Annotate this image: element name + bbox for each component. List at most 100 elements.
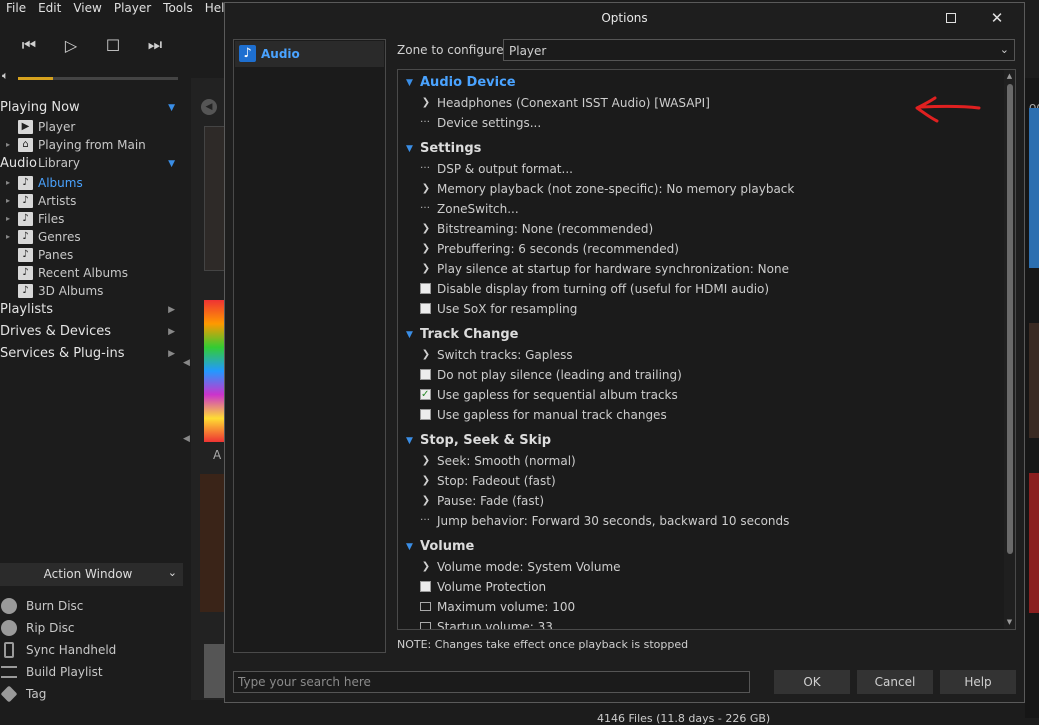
tree-item-3d-albums[interactable]: ♪ 3D Albums: [0, 282, 182, 300]
setting-maximum-volume[interactable]: Maximum volume: 100: [398, 597, 1003, 617]
scroll-down-icon[interactable]: ▼: [1004, 618, 1015, 626]
checkbox[interactable]: [420, 369, 431, 380]
setting-memory-playback[interactable]: ❯ Memory playback (not zone-specific): No…: [398, 179, 1003, 199]
scroll-up-icon[interactable]: ▲: [1004, 72, 1015, 80]
expand-icon[interactable]: ▸: [6, 210, 10, 228]
expand-icon[interactable]: ▸: [6, 136, 10, 154]
album-thumbnail[interactable]: [204, 644, 225, 698]
collapse-triangle-icon[interactable]: ▼: [406, 537, 413, 557]
tree-playing-now[interactable]: Playing Now ▼: [0, 98, 182, 118]
section-volume[interactable]: ▼ Volume: [398, 537, 1003, 557]
caret-right-icon[interactable]: ▶: [168, 322, 175, 342]
tree-audio[interactable]: Audio ▼: [0, 154, 182, 174]
caret-down-icon[interactable]: ▼: [168, 154, 175, 174]
setting-prebuffering[interactable]: ❯ Prebuffering: 6 seconds (recommended): [398, 239, 1003, 259]
setting-zoneswitch[interactable]: … ZoneSwitch...: [398, 199, 1003, 219]
action-sync-handheld[interactable]: Sync Handheld: [0, 639, 183, 661]
back-nav-icon[interactable]: ◀: [201, 99, 217, 115]
skip-forward-icon[interactable]: ⏭: [142, 35, 168, 55]
volume-track[interactable]: [18, 77, 178, 80]
action-rip-disc[interactable]: Rip Disc: [0, 617, 183, 639]
menu-file[interactable]: File: [0, 0, 32, 18]
setting-gapless-sequential[interactable]: Use gapless for sequential album tracks: [398, 385, 1003, 405]
album-thumbnail[interactable]: [1029, 323, 1039, 438]
dialog-titlebar[interactable]: Options ✕: [225, 3, 1024, 33]
setting-dsp[interactable]: … DSP & output format...: [398, 159, 1003, 179]
setting-disable-display[interactable]: Disable display from turning off (useful…: [398, 279, 1003, 299]
category-audio[interactable]: ♪ Audio: [235, 41, 384, 67]
checkbox[interactable]: [420, 303, 431, 314]
tree-item-genres[interactable]: ▸ ♪ Genres: [0, 228, 182, 246]
pane-splitter[interactable]: ◀ ◀: [183, 90, 191, 710]
setting-jump-behavior[interactable]: … Jump behavior: Forward 30 seconds, back…: [398, 511, 1003, 531]
collapse-left-icon[interactable]: ◀: [183, 434, 190, 444]
collapse-triangle-icon[interactable]: ▼: [406, 139, 413, 159]
scrollbar-thumb[interactable]: [1007, 84, 1013, 554]
checkbox[interactable]: [420, 581, 431, 592]
section-audio-device[interactable]: ▼ Audio Device: [398, 73, 1003, 93]
zone-select[interactable]: Player ⌄: [503, 39, 1015, 61]
tree-item-files[interactable]: ▸ ♪ Files: [0, 210, 182, 228]
album-thumbnail[interactable]: [200, 474, 225, 612]
maximize-button[interactable]: [931, 7, 971, 29]
ok-button[interactable]: OK: [774, 670, 850, 694]
caret-right-icon[interactable]: ▶: [168, 300, 175, 320]
tree-item-panes[interactable]: ♪ Panes: [0, 246, 182, 264]
setting-startup-volume[interactable]: Startup volume: 33: [398, 617, 1003, 629]
setting-seek[interactable]: ❯ Seek: Smooth (normal): [398, 451, 1003, 471]
options-search-input[interactable]: [233, 671, 750, 693]
help-button[interactable]: Help: [940, 670, 1016, 694]
checkbox[interactable]: [420, 409, 431, 420]
menu-player[interactable]: Player: [108, 0, 157, 18]
collapse-triangle-icon[interactable]: ▼: [406, 431, 413, 451]
collapse-triangle-icon[interactable]: ▼: [406, 73, 413, 93]
stop-icon[interactable]: ☐: [100, 35, 126, 55]
action-window-header[interactable]: Action Window ⌄: [0, 563, 183, 586]
collapse-triangle-icon[interactable]: ▼: [406, 325, 413, 345]
menu-view[interactable]: View: [67, 0, 107, 18]
caret-right-icon[interactable]: ▶: [168, 344, 175, 364]
expand-icon[interactable]: ▸: [6, 228, 10, 246]
setting-stop[interactable]: ❯ Stop: Fadeout (fast): [398, 471, 1003, 491]
expand-icon[interactable]: ▸: [6, 192, 10, 210]
setting-gapless-manual[interactable]: Use gapless for manual track changes: [398, 405, 1003, 425]
skip-back-icon[interactable]: ⏮: [16, 35, 42, 55]
album-thumbnail[interactable]: [204, 126, 225, 271]
volume-slider[interactable]: 🔈︎: [2, 69, 182, 84]
cancel-button[interactable]: Cancel: [857, 670, 933, 694]
tree-drives-devices[interactable]: Drives & Devices ▶: [0, 322, 182, 342]
album-thumbnail[interactable]: [1029, 473, 1039, 613]
section-settings[interactable]: ▼ Settings: [398, 139, 1003, 159]
action-burn-disc[interactable]: Burn Disc: [0, 595, 183, 617]
action-build-playlist[interactable]: Build Playlist: [0, 661, 183, 683]
section-stop-seek-skip[interactable]: ▼ Stop, Seek & Skip: [398, 431, 1003, 451]
caret-down-icon[interactable]: ▼: [168, 98, 175, 118]
play-icon[interactable]: ▷: [58, 35, 84, 55]
close-button[interactable]: ✕: [977, 7, 1017, 29]
tree-services[interactable]: Services & Plug-ins ▶: [0, 344, 182, 364]
menu-edit[interactable]: Edit: [32, 0, 67, 18]
setting-play-silence[interactable]: ❯ Play silence at startup for hardware sy…: [398, 259, 1003, 279]
tree-playlists[interactable]: Playlists ▶: [0, 300, 182, 320]
expand-icon[interactable]: ▸: [6, 174, 10, 192]
chevron-down-icon[interactable]: ⌄: [168, 566, 177, 579]
settings-scrollbar[interactable]: ▲ ▼: [1004, 70, 1015, 629]
tree-item-playing-from-main[interactable]: ▸ ⌂ Playing from Main Library: [0, 136, 182, 170]
setting-switch-tracks[interactable]: ❯ Switch tracks: Gapless: [398, 345, 1003, 365]
setting-no-silence[interactable]: Do not play silence (leading and trailin…: [398, 365, 1003, 385]
section-track-change[interactable]: ▼ Track Change: [398, 325, 1003, 345]
setting-bitstreaming[interactable]: ❯ Bitstreaming: None (recommended): [398, 219, 1003, 239]
menu-tools[interactable]: Tools: [157, 0, 199, 18]
tree-item-recent-albums[interactable]: ♪ Recent Albums: [0, 264, 182, 282]
tree-item-player[interactable]: ▶ Player: [0, 118, 182, 136]
setting-use-sox[interactable]: Use SoX for resampling: [398, 299, 1003, 319]
setting-volume-mode[interactable]: ❯ Volume mode: System Volume: [398, 557, 1003, 577]
checkbox-checked[interactable]: [420, 385, 431, 405]
album-thumbnail[interactable]: [204, 300, 225, 442]
setting-pause[interactable]: ❯ Pause: Fade (fast): [398, 491, 1003, 511]
setting-volume-protection[interactable]: Volume Protection: [398, 577, 1003, 597]
collapse-left-icon[interactable]: ◀: [183, 358, 190, 368]
tree-item-albums[interactable]: ▸ ♪ Albums: [0, 174, 182, 192]
tree-item-artists[interactable]: ▸ ♪ Artists: [0, 192, 182, 210]
action-tag[interactable]: Tag: [0, 683, 183, 705]
